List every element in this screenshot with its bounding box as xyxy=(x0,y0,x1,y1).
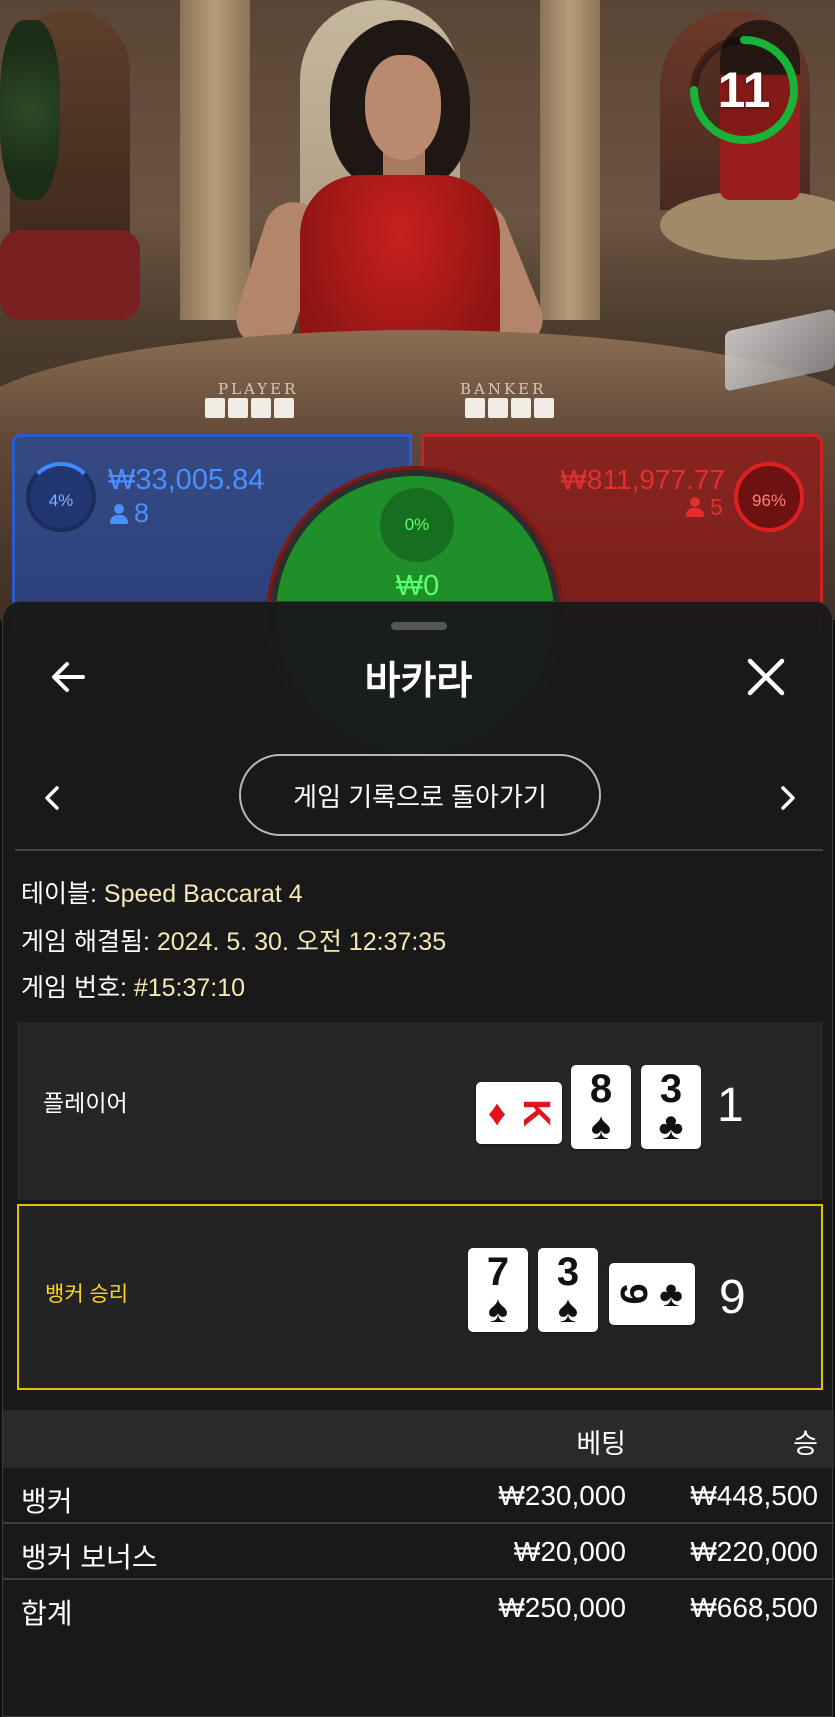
player-bettor-count: 8 xyxy=(110,498,149,529)
previous-game-button[interactable] xyxy=(35,780,71,816)
game-number-label: 게임 번호: xyxy=(21,974,134,1002)
banker-count-value: 5 xyxy=(710,494,723,520)
card-rank: 7 xyxy=(486,1250,510,1294)
dealer-face xyxy=(365,55,441,160)
back-to-history-button[interactable]: 게임 기록으로 돌아가기 xyxy=(239,754,601,836)
card-rank: 3 xyxy=(659,1067,683,1111)
divider xyxy=(15,849,823,851)
table-row: 뱅커 보너스 ₩20,000 ₩220,000 xyxy=(3,1524,834,1580)
background-sofa xyxy=(0,230,140,320)
table-cards-banker xyxy=(465,398,554,418)
win-amount: ₩448,500 xyxy=(690,1480,818,1511)
game-number-value: #15:37:10 xyxy=(133,974,246,1002)
banker-percent: 96% xyxy=(734,462,804,532)
felt-player-label: PLAYER xyxy=(218,380,299,398)
round-timer: 11 xyxy=(688,34,800,146)
bet-amount: ₩20,000 xyxy=(513,1536,626,1567)
total-label: 합계 xyxy=(21,1598,73,1629)
table-row: 뱅커 ₩230,000 ₩448,500 xyxy=(3,1468,834,1524)
chevron-right-icon xyxy=(781,786,795,810)
resolved-info: 게임 해결됨: 2024. 5. 30. 오전 12:37:35 xyxy=(21,922,446,958)
next-game-button[interactable] xyxy=(769,780,805,816)
column-header-bet: 베팅 xyxy=(576,1429,626,1459)
win-amount: ₩220,000 xyxy=(690,1536,818,1567)
player-hand-row: 플레이어 ♦ K 8 ♠ 3 ♣ 1 xyxy=(17,1022,823,1200)
resolved-info-label: 게임 해결됨: xyxy=(21,928,157,956)
bet-amount: ₩230,000 xyxy=(498,1480,626,1511)
banker-bettor-count: 5 xyxy=(686,494,723,521)
column-header-win: 승 xyxy=(793,1429,818,1459)
playing-card: 3 ♣ xyxy=(641,1065,701,1149)
background-pillar xyxy=(540,0,600,320)
chevron-left-icon xyxy=(45,786,59,810)
player-count-value: 8 xyxy=(134,498,150,528)
table-info-value: Speed Baccarat 4 xyxy=(103,880,303,908)
tie-percent: 0% xyxy=(380,488,454,562)
card-suit: ♠ xyxy=(487,1289,509,1331)
sheet-title: 바카라 xyxy=(364,660,473,703)
card-suit: ♣ xyxy=(658,1106,684,1148)
player-total-amount: ₩33,005.84 xyxy=(108,464,265,496)
sheet-drag-handle[interactable] xyxy=(391,622,447,630)
bets-table-header: 베팅 승 xyxy=(3,1410,834,1468)
card-suit: ♣ xyxy=(659,1273,683,1314)
felt-banker-label: BANKER xyxy=(460,380,547,398)
card-suit: ♠ xyxy=(557,1289,579,1331)
game-number-info: 게임 번호: #15:37:10 xyxy=(21,968,245,1004)
timer-value: 11 xyxy=(717,62,771,118)
table-info: 테이블: Speed Baccarat 4 xyxy=(21,874,303,910)
bet-name: 뱅커 보너스 xyxy=(21,1542,158,1573)
person-icon xyxy=(110,504,128,524)
card-rank: K xyxy=(515,1099,557,1127)
banker-hand-score: 9 xyxy=(719,1271,746,1324)
banker-hand-row: 뱅커 승리 7 ♠ 3 ♠ 9 ♣ 9 xyxy=(17,1204,823,1390)
playing-card: 3 ♠ xyxy=(538,1248,598,1332)
resolved-info-value: 2024. 5. 30. 오전 12:37:35 xyxy=(156,928,447,956)
game-history-sheet: 바카라 게임 기록으로 돌아가기 테이블: Speed Baccarat 4 게… xyxy=(2,601,834,1717)
card-rank: 8 xyxy=(589,1067,613,1111)
player-hand-label: 플레이어 xyxy=(43,1090,128,1116)
table-info-label: 테이블: xyxy=(21,880,104,908)
table-cards-player xyxy=(205,398,294,418)
close-icon xyxy=(747,658,785,696)
total-win-amount: ₩668,500 xyxy=(690,1592,818,1623)
banker-win-label: 뱅커 승리 xyxy=(45,1283,129,1306)
table-row-total: 합계 ₩250,000 ₩668,500 xyxy=(3,1580,834,1636)
banker-total-amount: ₩811,977.77 xyxy=(560,464,726,495)
tie-total-amount: ₩0 xyxy=(395,570,440,602)
playing-card: ♦ K xyxy=(476,1082,562,1144)
background-pillar xyxy=(180,0,250,320)
playing-card: 8 ♠ xyxy=(571,1065,631,1149)
card-suit: ♦ xyxy=(487,1092,507,1133)
playing-card: 9 ♣ xyxy=(609,1263,695,1325)
total-bet-amount: ₩250,000 xyxy=(498,1592,626,1623)
close-button[interactable] xyxy=(743,654,789,700)
person-icon xyxy=(686,497,704,517)
player-hand-score: 1 xyxy=(717,1079,744,1132)
card-rank: 9 xyxy=(612,1283,654,1305)
background-table xyxy=(660,190,835,260)
bet-name: 뱅커 xyxy=(21,1486,73,1517)
player-percent: 4% xyxy=(26,462,96,532)
playing-card: 7 ♠ xyxy=(468,1248,528,1332)
card-suit: ♠ xyxy=(590,1106,612,1148)
card-rank: 3 xyxy=(556,1250,580,1294)
background-plant xyxy=(0,20,60,200)
